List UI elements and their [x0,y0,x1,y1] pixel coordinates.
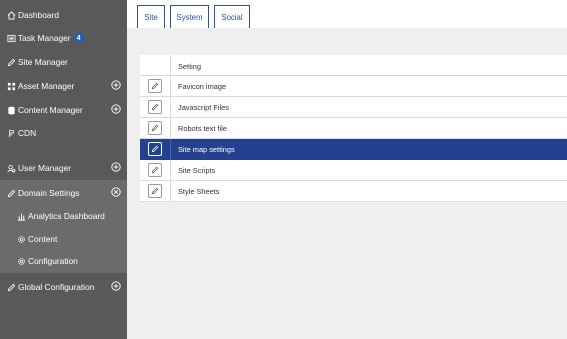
sidebar-item-domain-settings[interactable]: Domain Settings [0,182,127,204]
sidebar-item-label: Analytics Dashboard [28,211,105,221]
edit-button[interactable] [148,79,162,93]
sidebar-item-global-configuration[interactable]: Global Configuration [0,276,127,298]
grid-header: Setting [140,55,567,76]
sidebar-item-label: Domain Settings [18,188,80,198]
expand-plus-icon[interactable] [111,104,121,114]
column-divider [170,139,171,160]
pencil-icon [6,189,17,198]
column-divider [170,97,171,118]
setting-name: Javascript Files [178,103,229,112]
sidebar-item-task-manager[interactable]: Task Manager 4 [0,27,127,49]
tab-bar: Site System Social [127,0,567,29]
table-row[interactable]: Robots text file [140,118,567,139]
sidebar-item-label: Global Configuration [18,282,95,292]
tab-social[interactable]: Social [214,5,250,29]
table-row-selected[interactable]: Site map settings [140,139,567,160]
table-row[interactable]: Site Scripts [140,160,567,181]
expand-plus-icon[interactable] [111,281,121,291]
edit-pencil-icon [151,187,159,195]
tab-system[interactable]: System [170,5,209,29]
table-row[interactable]: Javascript Files [140,97,567,118]
edit-button[interactable] [148,184,162,198]
sidebar-item-label: Site Manager [18,57,68,67]
sidebar-item-label: Content [28,234,58,244]
pencil-icon [6,58,17,67]
sidebar-item-site-manager[interactable]: Site Manager [0,51,127,73]
sidebar-item-label: Content Manager [18,105,83,115]
main-panel: Site System Social Setting Favicon image [127,0,567,339]
sidebar-item-cdn[interactable]: CDN [0,122,127,144]
sidebar-item-label: User Manager [18,163,72,173]
sidebar-subitem-analytics-dashboard[interactable]: Analytics Dashboard [0,205,127,227]
column-divider [170,76,171,97]
sidebar-item-label: Asset Manager [18,81,75,91]
column-divider [170,55,171,76]
sidebar-subitem-content[interactable]: Content [0,228,127,250]
table-row[interactable]: Favicon image [140,76,567,97]
edit-pencil-icon [151,166,159,174]
setting-name: Site Scripts [178,166,216,175]
settings-content: Setting Favicon image Javascript Files R… [127,28,567,339]
setting-name: Style Sheets [178,187,220,196]
edit-pencil-icon [151,103,159,111]
gear-icon [16,257,27,266]
collapse-close-icon[interactable] [111,187,121,197]
table-row[interactable]: Style Sheets [140,181,567,202]
edit-button[interactable] [148,163,162,177]
column-divider [170,118,171,139]
task-count-badge: 4 [73,33,84,43]
sidebar-subitem-configuration[interactable]: Configuration [0,250,127,272]
setting-name: Site map settings [178,145,235,154]
edit-button[interactable] [148,142,162,156]
sidebar-item-label: Task Manager [18,33,71,43]
pencil-icon [6,283,17,292]
chart-icon [16,212,27,221]
tasks-icon [6,34,17,43]
setting-name: Favicon image [178,82,227,91]
grid-icon [6,82,17,91]
edit-pencil-icon [151,82,159,90]
sidebar-item-label: Configuration [28,256,78,266]
edit-button[interactable] [148,121,162,135]
edit-button[interactable] [148,100,162,114]
sidebar-item-user-manager[interactable]: User Manager [0,157,127,179]
sidebar-item-label: CDN [18,128,37,138]
setting-name: Robots text file [178,124,227,133]
tab-site[interactable]: Site [137,5,165,29]
sidebar: Dashboard Task Manager 4 Site Manager As… [0,0,127,339]
expand-plus-icon[interactable] [111,162,121,172]
column-header-setting: Setting [178,62,202,71]
expand-plus-icon[interactable] [111,80,121,90]
home-icon [6,10,17,20]
column-divider [170,160,171,181]
sidebar-item-dashboard[interactable]: Dashboard [0,4,127,26]
column-divider [170,181,171,202]
gear-icon [16,235,27,244]
users-icon [6,164,17,173]
cdn-icon [6,129,17,138]
database-icon [6,106,17,115]
sidebar-item-asset-manager[interactable]: Asset Manager [0,75,127,97]
edit-pencil-icon [151,145,159,153]
sidebar-item-content-manager[interactable]: Content Manager [0,99,127,121]
sidebar-item-label: Dashboard [18,10,59,20]
edit-pencil-icon [151,124,159,132]
